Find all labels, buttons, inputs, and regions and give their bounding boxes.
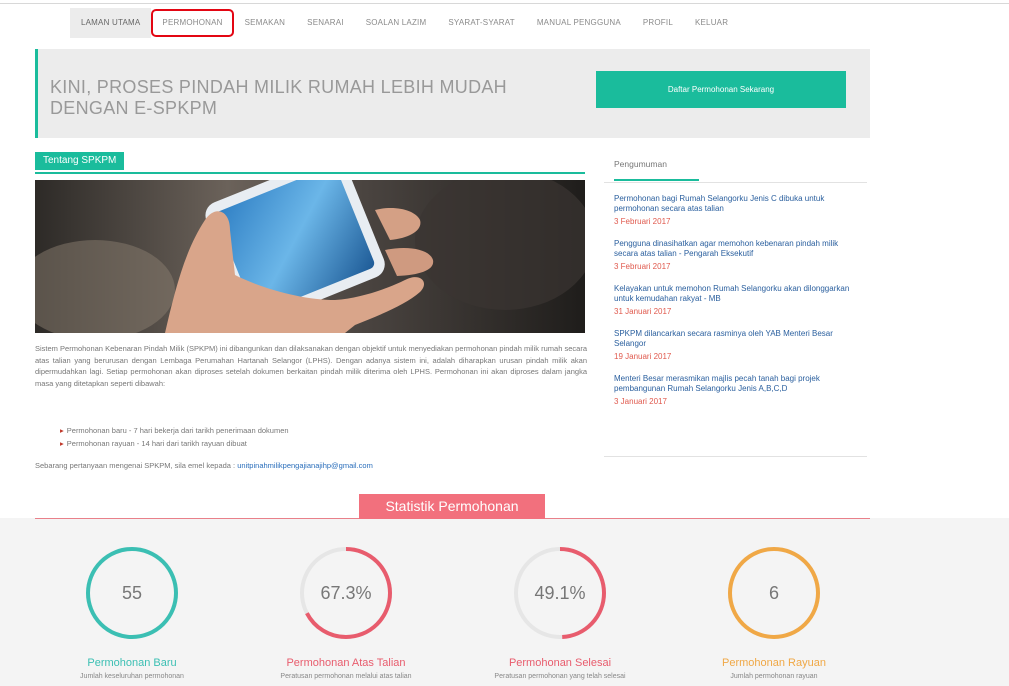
stat-appeal-applications: 6 Permohonan Rayuan Jumlah permohonan ra… <box>684 543 864 680</box>
main-nav: LAMAN UTAMA PERMOHONAN SEMAKAN SENARAI S… <box>70 8 739 38</box>
stat-ring: 67.3% <box>300 547 392 639</box>
announcement-date: 19 Januari 2017 <box>614 352 672 361</box>
stat-label: Permohonan Rayuan <box>722 657 826 669</box>
stat-value: 49.1% <box>534 583 585 603</box>
top-divider <box>0 3 1009 4</box>
announcement-item: Pengguna dinasihatkan agar memohon keben… <box>614 239 862 271</box>
announcements-divider <box>604 182 867 183</box>
stat-value: 6 <box>769 583 779 603</box>
announcements-tab-underline <box>614 179 699 181</box>
about-section-tab: Tentang SPKPM <box>35 152 125 170</box>
contact-text: Sebarang pertanyaan mengenai SPKPM, sila… <box>35 461 238 470</box>
announcement-date: 31 Januari 2017 <box>614 307 672 316</box>
list-item: Permohonan baru - 7 hari bekerja dari ta… <box>60 424 289 437</box>
announcements-bottom-divider <box>604 456 867 457</box>
announcement-item: Kelayakan untuk memohon Rumah Selangorku… <box>614 284 862 316</box>
announcement-date: 3 Februari 2017 <box>614 217 671 226</box>
stat-description: Peratusan permohonan melalui atas talian <box>280 673 412 680</box>
stat-value: 55 <box>122 583 142 603</box>
announcement-link[interactable]: Pengguna dinasihatkan agar memohon keben… <box>614 239 862 259</box>
nav-laman-utama[interactable]: LAMAN UTAMA <box>70 8 152 38</box>
announcement-link[interactable]: Menteri Besar merasmikan majlis pecah ta… <box>614 374 862 394</box>
stat-label: Permohonan Selesai <box>508 657 612 669</box>
nav-keluar[interactable]: KELUAR <box>684 8 739 38</box>
stat-description: Jumlah keseluruhan permohonan <box>80 673 184 680</box>
contact-email-link[interactable]: unitpinahmilikpengajianajihp@gmail.com <box>237 461 373 470</box>
stat-value: 67.3% <box>320 583 371 603</box>
processing-time-list: Permohonan baru - 7 hari bekerja dari ta… <box>60 424 289 450</box>
nav-senarai[interactable]: SENARAI <box>296 8 355 38</box>
stat-label: Permohonan Baru <box>87 657 177 669</box>
announcement-item: Menteri Besar merasmikan majlis pecah ta… <box>614 374 862 406</box>
nav-manual-pengguna[interactable]: MANUAL PENGGUNA <box>526 8 632 38</box>
nav-soalan-lazim[interactable]: SOALAN LAZIM <box>355 8 438 38</box>
stat-label: Permohonan Atas Talian <box>286 657 406 669</box>
announcement-item: SPKPM dilancarkan secara rasminya oleh Y… <box>614 329 862 361</box>
stat-description: Peratusan permohonan yang telah selesai <box>494 673 626 680</box>
about-section-divider <box>35 172 585 174</box>
list-item: Permohonan rayuan - 14 hari dari tarikh … <box>60 437 289 450</box>
announcement-date: 3 Januari 2017 <box>614 397 667 406</box>
announcement-link[interactable]: SPKPM dilancarkan secara rasminya oleh Y… <box>614 329 862 349</box>
announcement-date: 3 Februari 2017 <box>614 262 671 271</box>
stat-online-applications: 67.3% Permohonan Atas Talian Peratusan p… <box>256 543 436 680</box>
stat-ring: 6 <box>728 547 820 639</box>
hand-holding-phone-image <box>35 180 585 333</box>
nav-permohonan[interactable]: PERMOHONAN <box>151 9 233 37</box>
announcement-link[interactable]: Permohonan bagi Rumah Selangorku Jenis C… <box>614 194 862 214</box>
stat-ring: 55 <box>86 547 178 639</box>
statistics-title: Statistik Permohonan <box>359 494 545 519</box>
stat-description: Jumlah permohonan rayuan <box>730 673 818 680</box>
nav-profil[interactable]: PROFIL <box>632 8 684 38</box>
stat-new-applications: 55 Permohonan Baru Jumlah keseluruhan pe… <box>42 543 222 680</box>
announcements-tab[interactable]: Pengumuman <box>614 159 667 169</box>
nav-semakan[interactable]: SEMAKAN <box>234 8 297 38</box>
register-application-button[interactable]: Daftar Permohonan Sekarang <box>596 71 846 108</box>
contact-note: Sebarang pertanyaan mengenai SPKPM, sila… <box>35 461 373 470</box>
nav-syarat-syarat[interactable]: SYARAT-SYARAT <box>437 8 525 38</box>
stat-completed-applications: 49.1% Permohonan Selesai Peratusan permo… <box>470 543 650 680</box>
announcement-item: Permohonan bagi Rumah Selangorku Jenis C… <box>614 194 862 226</box>
announcement-link[interactable]: Kelayakan untuk memohon Rumah Selangorku… <box>614 284 862 304</box>
announcements-list: Permohonan bagi Rumah Selangorku Jenis C… <box>614 194 862 419</box>
hero-banner: KINI, PROSES PINDAH MILIK RUMAH LEBIH MU… <box>35 49 870 138</box>
stat-ring: 49.1% <box>514 547 606 639</box>
hero-title: KINI, PROSES PINDAH MILIK RUMAH LEBIH MU… <box>50 77 507 118</box>
about-description: Sistem Permohonan Kebenaran Pindah Milik… <box>35 344 587 388</box>
